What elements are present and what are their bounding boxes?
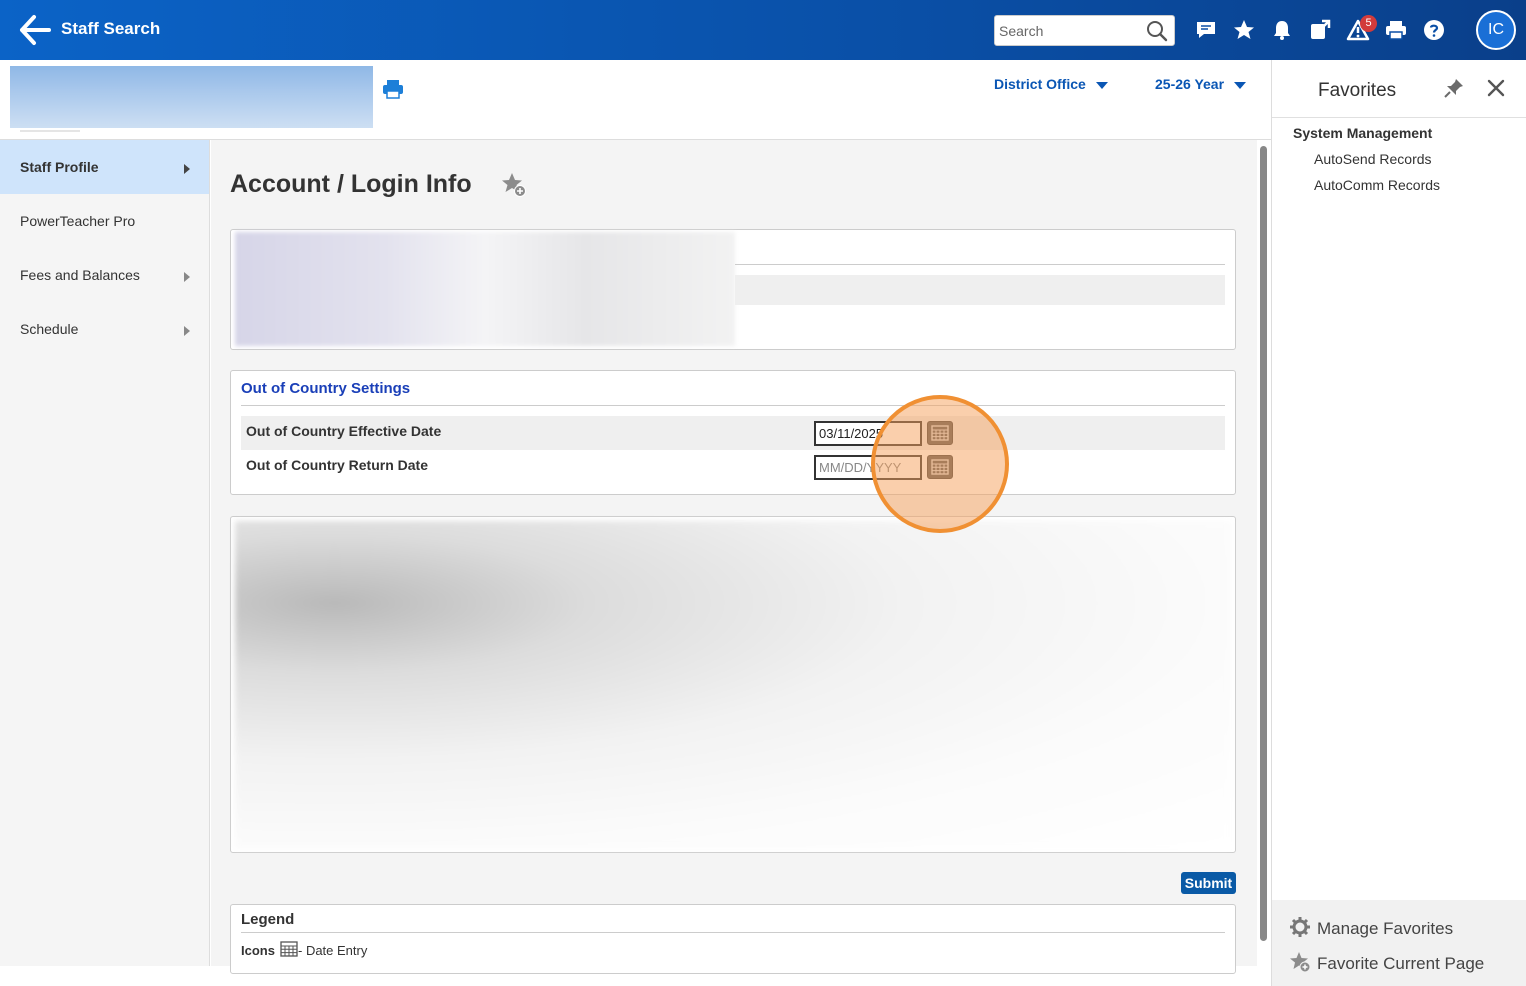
return-date-input[interactable] bbox=[814, 455, 922, 480]
section-title: Out of Country Settings bbox=[241, 380, 411, 397]
divider bbox=[241, 932, 1225, 933]
manage-favorites-button[interactable]: Manage Favorites bbox=[1289, 916, 1453, 939]
back-arrow-icon[interactable] bbox=[18, 14, 52, 46]
search-icon[interactable] bbox=[1146, 20, 1168, 42]
external-link-icon[interactable] bbox=[1308, 18, 1332, 42]
effective-date-label: Out of Country Effective Date bbox=[246, 423, 442, 439]
staff-header: District Office 25-26 Year bbox=[0, 60, 1271, 140]
caret-down-icon bbox=[1095, 81, 1108, 89]
divider bbox=[1272, 117, 1526, 118]
add-favorite-star-icon bbox=[1290, 952, 1311, 973]
return-date-row: Out of Country Return Date bbox=[241, 450, 1225, 484]
nav-item-label: Schedule bbox=[20, 321, 79, 337]
nav-item-powerteacher-pro[interactable]: PowerTeacher Pro bbox=[0, 194, 209, 248]
legend-panel: Legend Icons - Date Entry bbox=[230, 904, 1236, 974]
nav-item-label: Fees and Balances bbox=[20, 267, 140, 283]
school-dropdown-label: District Office bbox=[994, 76, 1086, 92]
calendar-icon[interactable] bbox=[927, 455, 953, 479]
pin-icon[interactable] bbox=[1443, 77, 1465, 99]
chevron-right-icon bbox=[184, 164, 190, 174]
redacted-row bbox=[735, 275, 1225, 305]
redacted-staff-name bbox=[10, 66, 373, 132]
nav-item-label: Staff Profile bbox=[20, 159, 99, 175]
school-dropdown[interactable]: District Office bbox=[994, 76, 1108, 92]
nav-item-fees-and-balances[interactable]: Fees and Balances bbox=[0, 248, 209, 302]
help-icon[interactable] bbox=[1422, 18, 1446, 42]
favorite-current-page-button[interactable]: Favorite Current Page bbox=[1289, 951, 1484, 974]
favorites-footer: Manage Favorites Favorite Current Page bbox=[1272, 900, 1526, 986]
out-of-country-settings-panel: Out of Country Settings Out of Country E… bbox=[230, 370, 1236, 495]
star-icon[interactable] bbox=[1232, 18, 1256, 42]
nav-item-label: PowerTeacher Pro bbox=[20, 213, 136, 229]
chevron-right-icon bbox=[184, 272, 190, 282]
search-input[interactable] bbox=[999, 20, 1139, 42]
legend-title: Legend bbox=[241, 911, 295, 928]
legend-date-entry: - Date Entry bbox=[298, 943, 368, 958]
divider bbox=[735, 264, 1225, 265]
effective-date-input[interactable] bbox=[814, 421, 922, 446]
caret-down-icon bbox=[1234, 81, 1247, 89]
favorites-title: Favorites bbox=[1318, 80, 1397, 101]
main-content: Account / Login Info Out of Country Sett… bbox=[211, 140, 1257, 974]
header-title[interactable]: Staff Search bbox=[61, 19, 160, 39]
add-favorite-star-icon[interactable] bbox=[499, 170, 529, 200]
favorite-link-autocomm[interactable]: AutoComm Records bbox=[1314, 177, 1440, 193]
year-dropdown[interactable]: 25-26 Year bbox=[1155, 76, 1247, 92]
manage-favorites-label: Manage Favorites bbox=[1317, 919, 1454, 938]
favorites-group-title: System Management bbox=[1293, 125, 1433, 141]
top-header: Staff Search 5 IC bbox=[0, 0, 1526, 60]
bell-icon[interactable] bbox=[1270, 18, 1294, 42]
nav-item-schedule[interactable]: Schedule bbox=[0, 302, 209, 356]
redacted-details-panel bbox=[230, 516, 1236, 853]
chevron-right-icon bbox=[184, 326, 190, 336]
calendar-icon[interactable] bbox=[927, 421, 953, 445]
favorite-current-label: Favorite Current Page bbox=[1317, 954, 1485, 973]
close-icon[interactable] bbox=[1485, 77, 1507, 99]
redacted-content bbox=[235, 232, 735, 346]
page-title: Account / Login Info bbox=[230, 170, 472, 198]
submit-button[interactable]: Submit bbox=[1181, 872, 1236, 894]
left-nav: Staff Profile PowerTeacher Pro Fees and … bbox=[0, 140, 210, 966]
main-scrollbar[interactable] bbox=[1260, 146, 1267, 941]
nav-item-staff-profile[interactable]: Staff Profile bbox=[0, 140, 209, 194]
redacted-content bbox=[235, 521, 1231, 849]
legend-icons-label: Icons bbox=[241, 943, 275, 958]
print-icon[interactable] bbox=[1384, 18, 1408, 42]
effective-date-row: Out of Country Effective Date bbox=[241, 416, 1225, 450]
favorites-panel: Favorites System Management AutoSend Rec… bbox=[1271, 60, 1526, 986]
messages-icon[interactable] bbox=[1194, 18, 1218, 42]
favorite-link-autosend[interactable]: AutoSend Records bbox=[1314, 151, 1432, 167]
redacted-info-panel bbox=[230, 229, 1236, 350]
alert-count-badge: 5 bbox=[1360, 15, 1377, 32]
user-avatar[interactable]: IC bbox=[1476, 10, 1516, 50]
calendar-icon bbox=[280, 941, 298, 957]
year-dropdown-label: 25-26 Year bbox=[1155, 76, 1225, 92]
print-icon[interactable] bbox=[382, 78, 404, 100]
return-date-label: Out of Country Return Date bbox=[246, 457, 428, 473]
divider bbox=[241, 405, 1225, 406]
gear-icon bbox=[1290, 917, 1310, 937]
search-box[interactable] bbox=[994, 15, 1175, 46]
